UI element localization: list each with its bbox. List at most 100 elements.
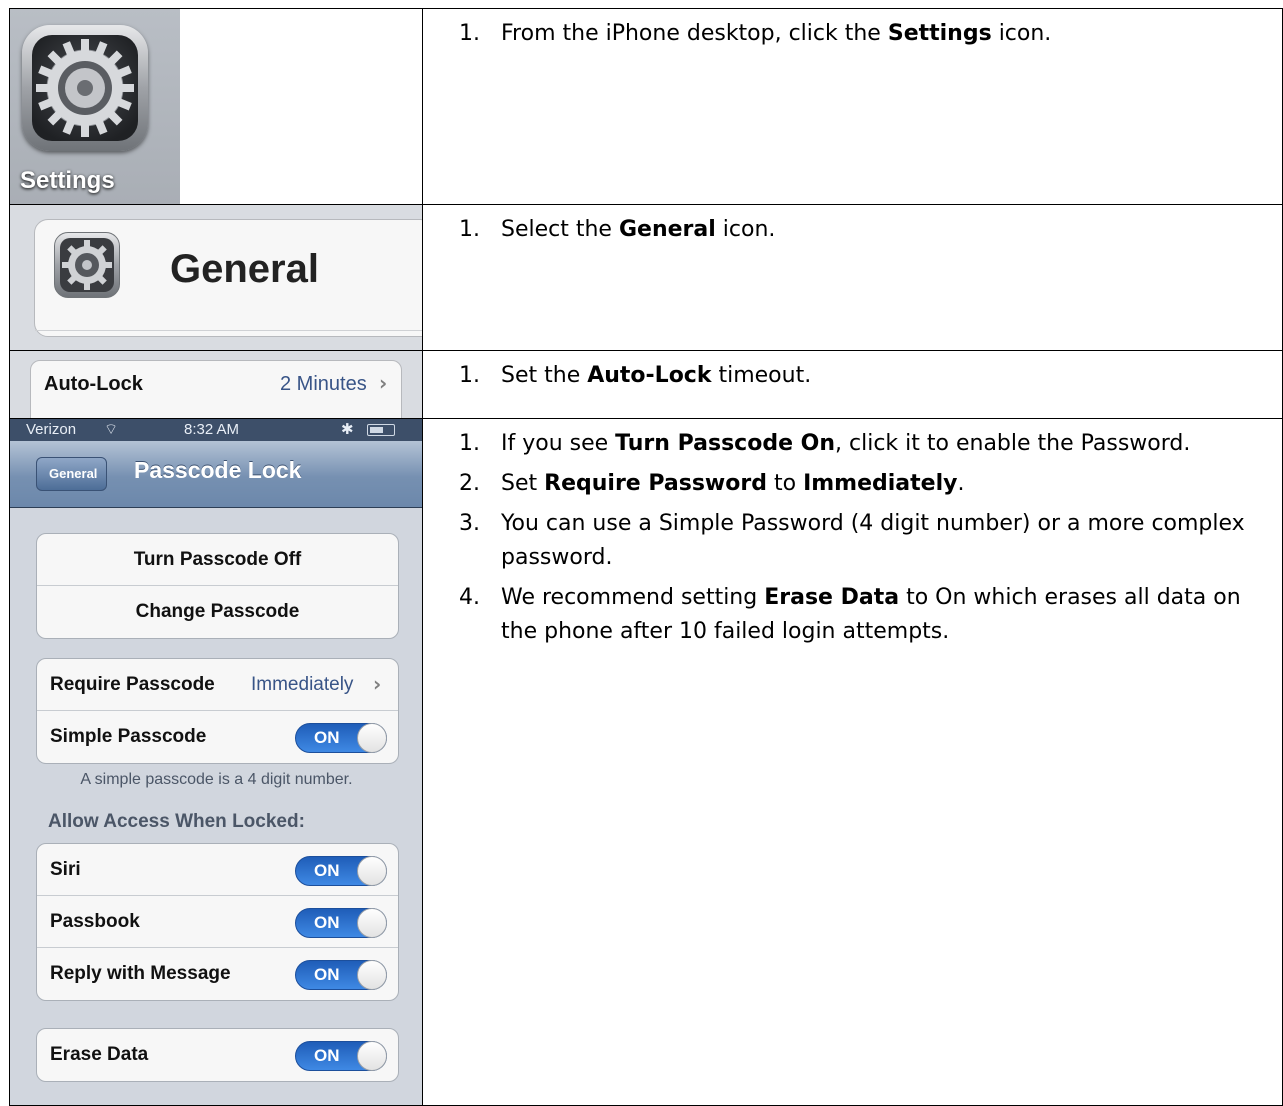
step-list: Select the General icon.	[424, 206, 1282, 248]
chevron-right-icon: ›	[379, 371, 388, 395]
back-button[interactable]: General	[36, 457, 108, 491]
image-cell: General	[9, 204, 423, 351]
step-text: Set the	[501, 363, 588, 388]
step-emphasis: Require Password	[544, 471, 767, 496]
step-emphasis: Settings	[887, 21, 992, 46]
passcode-lock-screenshot: Verizon ⌔ 8:32 AM ✱ General Passcode Loc…	[10, 419, 422, 1105]
step-text: icon.	[991, 21, 1052, 46]
reply-with-message-label: Reply with Message	[50, 963, 231, 984]
step-text: , click it to enable the Password.	[835, 431, 1191, 456]
toggle-knob	[357, 908, 387, 938]
autolock-value: 2 Minutes	[280, 373, 367, 395]
step-row-settings: Settings From the iPhone desktop, click …	[9, 8, 1283, 205]
carrier-label: Verizon	[26, 421, 77, 438]
text-cell: Select the General icon.	[422, 204, 1283, 351]
general-title[interactable]: General	[170, 247, 319, 292]
step-item: We recommend setting Erase Data to On wh…	[487, 581, 1272, 649]
toggle-knob	[357, 960, 387, 990]
step-text: .	[957, 471, 965, 496]
toggle-state: ON	[314, 965, 340, 984]
step-item: If you see Turn Passcode On, click it to…	[487, 427, 1272, 461]
status-bar: Verizon ⌔ 8:32 AM ✱	[10, 419, 422, 441]
siri-label: Siri	[50, 859, 81, 880]
step-text: Select the	[501, 217, 619, 242]
text-cell: From the iPhone desktop, click the Setti…	[422, 8, 1283, 205]
toggle-state: ON	[314, 861, 340, 880]
chevron-right-icon: ›	[373, 672, 382, 696]
step-emphasis: Immediately	[803, 471, 958, 496]
wifi-icon: ⌔	[104, 421, 119, 438]
step-text: You can use a Simple Password (4 digit n…	[501, 511, 1245, 570]
simple-passcode-toggle[interactable]: ON	[295, 723, 387, 753]
turn-passcode-off-button[interactable]: Turn Passcode Off	[37, 534, 398, 586]
step-item: Set Require Password to Immediately.	[487, 467, 1272, 501]
step-list: If you see Turn Passcode On, click it to…	[424, 420, 1282, 650]
siri-row: Siri ON	[37, 844, 398, 896]
passcode-group: Turn Passcode Off Change Passcode	[36, 533, 399, 639]
change-passcode-button[interactable]: Change Passcode	[37, 586, 398, 638]
step-emphasis: General	[618, 217, 716, 242]
allow-access-group: Siri ON Passbook ON Reply with Message O…	[36, 843, 399, 1001]
reply-with-message-toggle[interactable]: ON	[295, 960, 387, 990]
step-text: From the iPhone desktop, click the	[501, 21, 888, 46]
step-row-autolock: Auto-Lock 2 Minutes › Set the Auto-Lock …	[9, 350, 1283, 419]
image-cell: Verizon ⌔ 8:32 AM ✱ General Passcode Loc…	[9, 418, 423, 1106]
step-text: We recommend setting	[501, 585, 765, 610]
step-text: Set	[501, 471, 545, 496]
toggle-knob	[357, 723, 387, 753]
step-item: From the iPhone desktop, click the Setti…	[487, 17, 1272, 51]
step-text: icon.	[715, 217, 776, 242]
bluetooth-icon: ✱	[341, 421, 354, 438]
autolock-label: Auto-Lock	[44, 373, 143, 395]
gear-icon[interactable]	[54, 232, 120, 298]
erase-data-row: Erase Data ON	[37, 1029, 398, 1081]
require-passcode-value: Immediately	[251, 674, 354, 695]
toggle-state: ON	[314, 913, 340, 932]
step-item: Set the Auto-Lock timeout.	[487, 359, 1272, 393]
step-emphasis: Erase Data	[764, 585, 900, 610]
step-item: Select the General icon.	[487, 213, 1272, 247]
passbook-row: Passbook ON	[37, 896, 398, 948]
allow-access-header: Allow Access When Locked:	[48, 811, 305, 832]
settings-screenshot: Settings	[10, 9, 422, 204]
settings-icon-label: Settings	[20, 167, 115, 194]
simple-passcode-label: Simple Passcode	[50, 726, 207, 747]
battery-icon	[367, 424, 395, 436]
erase-data-label: Erase Data	[50, 1044, 149, 1065]
toggle-state: ON	[314, 1046, 340, 1065]
nav-title: Passcode Lock	[134, 457, 302, 483]
autolock-screenshot: Auto-Lock 2 Minutes ›	[10, 351, 422, 418]
step-item: You can use a Simple Password (4 digit n…	[487, 507, 1272, 575]
divider	[35, 330, 422, 331]
erase-data-group: Erase Data ON	[36, 1028, 399, 1082]
reply-with-message-row: Reply with Message ON	[37, 948, 398, 1000]
toggle-knob	[357, 856, 387, 886]
step-text: If you see	[501, 431, 616, 456]
require-group: Require Passcode Immediately › Simple Pa…	[36, 658, 399, 764]
image-cell: Settings	[9, 8, 423, 205]
erase-data-toggle[interactable]: ON	[295, 1041, 387, 1071]
step-text: to	[766, 471, 804, 496]
passbook-toggle[interactable]: ON	[295, 908, 387, 938]
step-row-general: General Select the General icon.	[9, 204, 1283, 351]
gear-icon[interactable]	[22, 25, 148, 151]
simple-passcode-note: A simple passcode is a 4 digit number.	[80, 771, 353, 788]
toggle-knob	[357, 1041, 387, 1071]
step-list: Set the Auto-Lock timeout.	[424, 352, 1282, 394]
status-time: 8:32 AM	[184, 421, 240, 438]
require-passcode-label: Require Passcode	[50, 674, 215, 695]
simple-passcode-row: Simple Passcode ON	[37, 711, 398, 763]
image-cell: Auto-Lock 2 Minutes ›	[9, 350, 423, 419]
require-passcode-row[interactable]: Require Passcode Immediately ›	[37, 659, 398, 711]
step-list: From the iPhone desktop, click the Setti…	[424, 10, 1282, 52]
siri-toggle[interactable]: ON	[295, 856, 387, 886]
general-screenshot: General	[10, 205, 422, 350]
navigation-bar: General Passcode Lock	[10, 441, 422, 508]
text-cell: If you see Turn Passcode On, click it to…	[422, 418, 1283, 1106]
step-emphasis: Auto-Lock	[587, 363, 712, 388]
passbook-label: Passbook	[50, 911, 140, 932]
step-emphasis: Turn Passcode On	[615, 431, 836, 456]
text-cell: Set the Auto-Lock timeout.	[422, 350, 1283, 419]
step-text: timeout.	[711, 363, 812, 388]
step-row-passcode: Verizon ⌔ 8:32 AM ✱ General Passcode Loc…	[9, 418, 1283, 1106]
